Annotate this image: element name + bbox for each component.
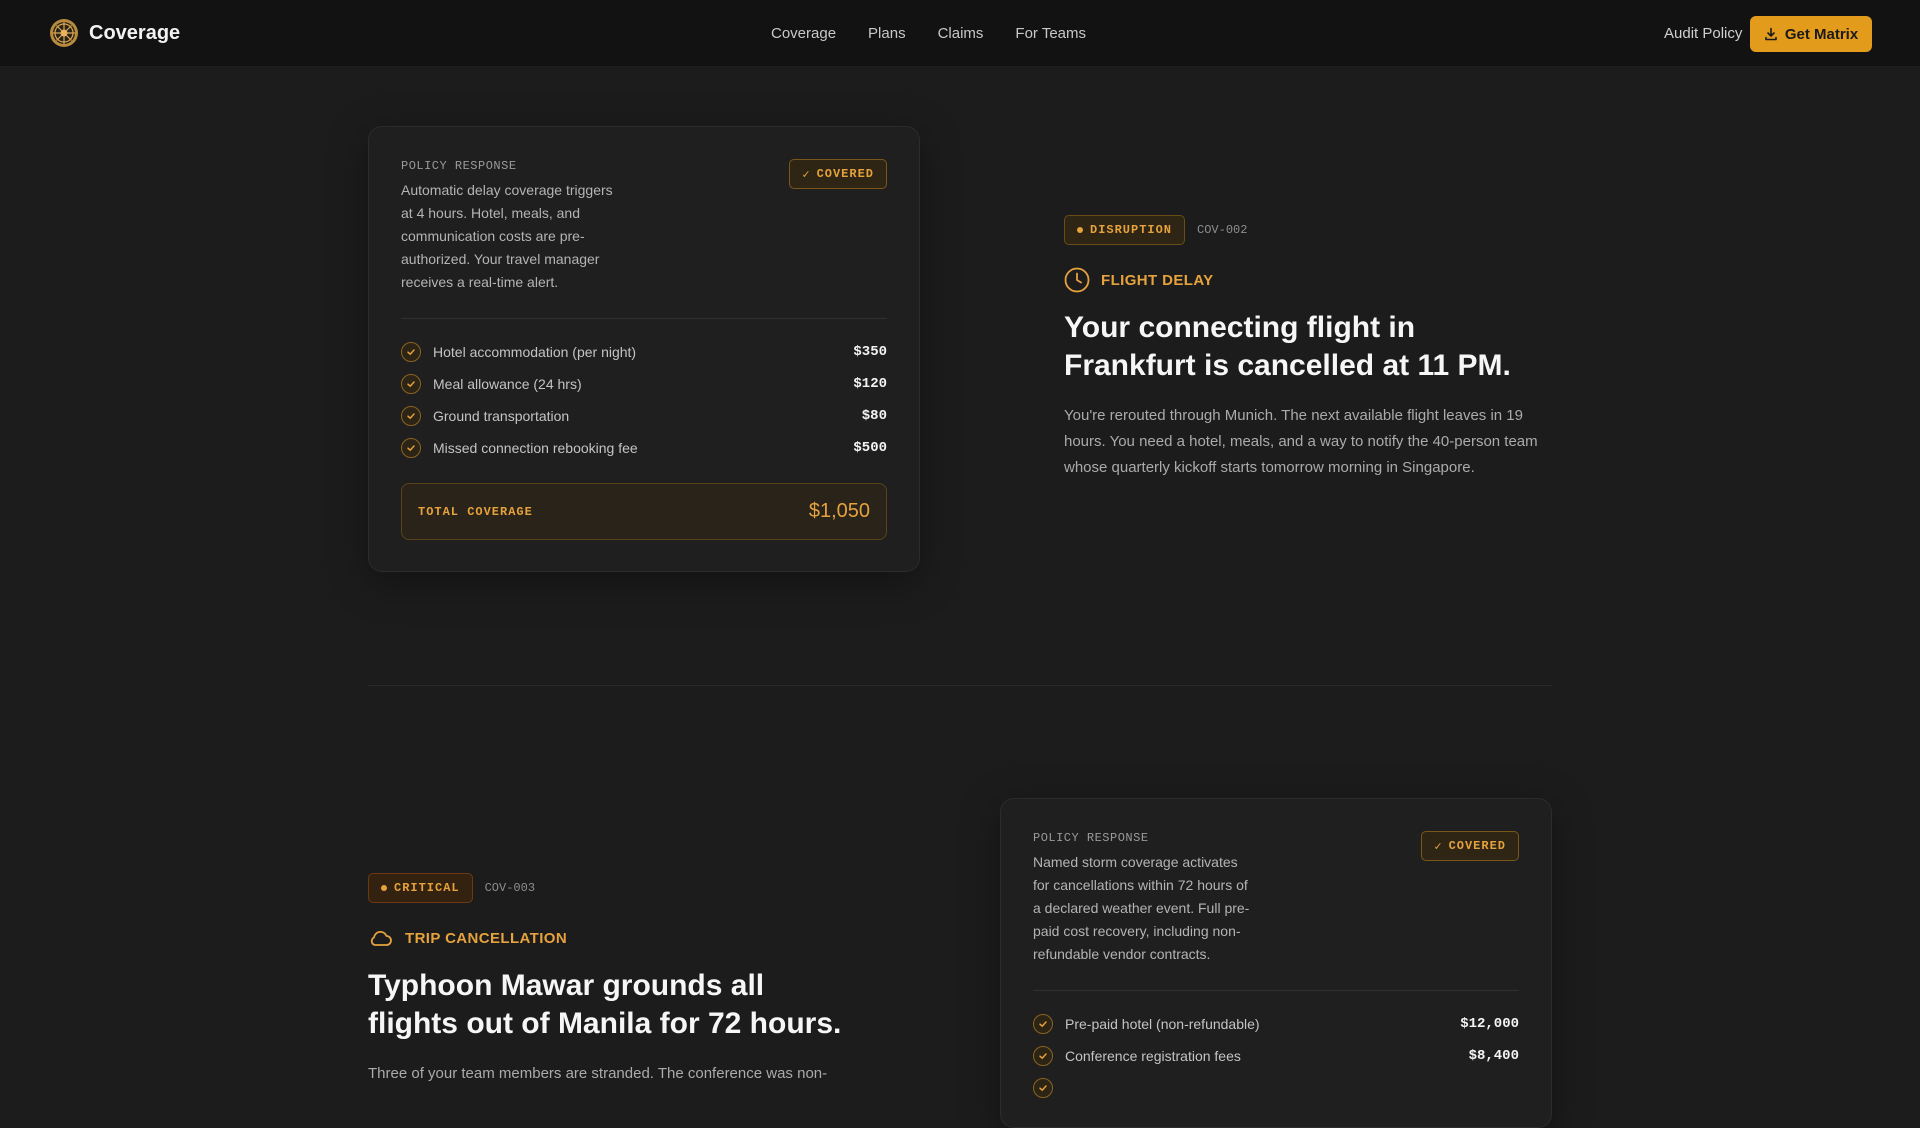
check-circle-icon [1033,1046,1053,1066]
get-matrix-label: Get Matrix [1784,25,1859,43]
covered-badge-label: COVERED [1448,839,1506,853]
check-mark-icon: ✓ [802,167,811,182]
nav-link-for-teams[interactable]: For Teams [1015,25,1086,42]
card-divider [401,318,887,319]
policy-response-card: POLICY RESPONSE Automatic delay coverage… [368,126,920,572]
check-circle-icon [1033,1014,1053,1034]
check-circle-icon [1033,1078,1053,1098]
critical-tag: CRITICAL [368,873,473,903]
section-divider [368,685,1552,686]
scenario-trip-cancellation: CRITICAL COV-003 TRIP CANCELLATION Typho… [368,873,858,1087]
coverage-item-label: Ground transportation [433,408,570,424]
coverage-item-label: Hotel accommodation (per night) [433,344,637,360]
brand-name: Coverage [89,21,181,44]
check-circle-icon [401,342,421,362]
check-circle-icon [401,406,421,426]
coverage-item-amount: $8,400 [1468,1048,1519,1064]
coverage-item: Pre-paid hotel (non-refundable) $12,000 [1033,1008,1519,1040]
coverage-item-label: Meal allowance (24 hrs) [433,376,582,392]
scenario-code: COV-003 [484,881,536,895]
coverage-item-amount: $500 [853,440,887,456]
download-icon [1765,27,1777,41]
tag-label: DISRUPTION [1090,223,1173,237]
nav-link-coverage[interactable]: Coverage [771,25,836,42]
get-matrix-button[interactable]: Get Matrix [1750,16,1872,52]
card-label: POLICY RESPONSE [1033,831,1149,845]
scenario-title: Typhoon Mawar grounds all flights out of… [368,969,842,1040]
coverage-item: Meal allowance (24 hrs) $120 [401,368,887,400]
covered-badge: ✓ COVERED [789,159,887,189]
brand[interactable]: Coverage [49,18,180,48]
covered-badge-label: COVERED [816,167,874,181]
scenario-flight-delay: DISRUPTION COV-002 FLIGHT DELAY Your con… [1064,215,1554,481]
disruption-tag: DISRUPTION [1064,215,1186,245]
tag-row: DISRUPTION COV-002 [1064,215,1554,245]
category-label: TRIP CANCELLATION [405,929,568,947]
coverage-item-label: Pre-paid hotel (non-refundable) [1065,1016,1260,1032]
card-label: POLICY RESPONSE [401,159,517,173]
check-mark-icon: ✓ [1434,839,1443,854]
coverage-item: Ground transportation $80 [401,400,887,432]
scenario-title: Your connecting flight in Frankfurt is c… [1064,311,1511,382]
total-coverage: TOTAL COVERAGE $1,050 [401,483,887,540]
policy-response-card: POLICY RESPONSE Named storm coverage act… [1000,798,1552,1128]
tag-label: CRITICAL [394,881,460,895]
nav-link-plans[interactable]: Plans [868,25,906,42]
card-divider [1033,990,1519,991]
scenario-body: Three of your team members are stranded.… [368,1065,828,1082]
compass-logo-icon [50,19,78,47]
dot-icon [1077,227,1083,233]
nav-link-claims[interactable]: Claims [938,25,984,42]
clock-icon [1064,267,1090,293]
dot-icon [381,885,387,891]
category-label: FLIGHT DELAY [1101,271,1214,289]
check-circle-icon [401,374,421,394]
card-description: Automatic delay coverage triggers at 4 h… [401,182,613,290]
scenario-body: You're rerouted through Munich. The next… [1064,407,1538,476]
covered-badge: ✓ COVERED [1421,831,1519,861]
coverage-items: Hotel accommodation (per night) $350 Mea… [401,336,887,464]
tag-row: CRITICAL COV-003 [368,873,858,903]
coverage-item: Hotel accommodation (per night) $350 [401,336,887,368]
coverage-item [1033,1072,1519,1104]
card-description: Named storm coverage activates for cance… [1033,854,1250,962]
category-row: TRIP CANCELLATION [368,925,858,951]
coverage-item: Conference registration fees $8,400 [1033,1040,1519,1072]
top-nav: Coverage Coverage Plans Claims For Teams… [0,0,1920,67]
cloud-icon [370,930,392,946]
check-circle-icon [401,438,421,458]
total-coverage-label: TOTAL COVERAGE [418,504,533,519]
coverage-item-amount: $350 [853,344,887,360]
nav-links: Coverage Plans Claims For Teams [771,25,1086,42]
coverage-item-label: Missed connection rebooking fee [433,440,638,456]
coverage-item-amount: $80 [861,408,887,424]
coverage-item-amount: $120 [853,376,887,392]
total-coverage-amount: $1,050 [808,500,870,522]
scenario-code: COV-002 [1197,223,1248,237]
coverage-items: Pre-paid hotel (non-refundable) $12,000 … [1033,1008,1519,1104]
coverage-item-label: Conference registration fees [1065,1048,1241,1064]
coverage-item: Missed connection rebooking fee $500 [401,432,887,464]
audit-policy-link[interactable]: Audit Policy [1664,25,1742,42]
coverage-item-amount: $12,000 [1460,1016,1519,1032]
category-row: FLIGHT DELAY [1064,267,1554,293]
